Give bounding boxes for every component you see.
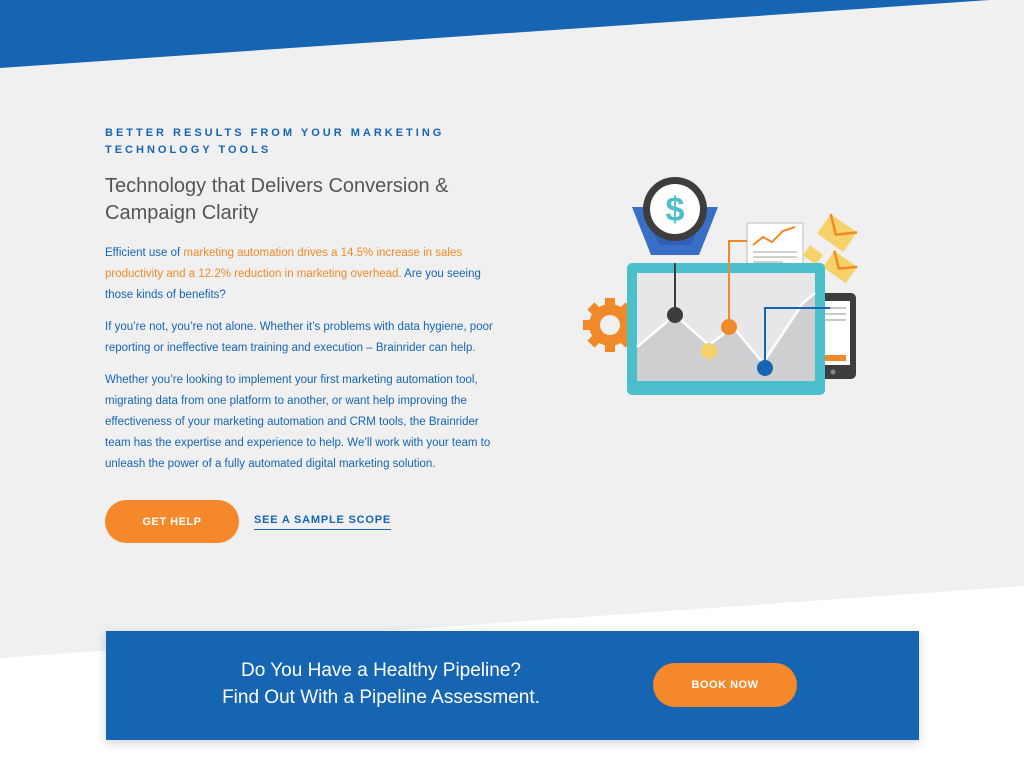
- book-now-button[interactable]: BOOK NOW: [653, 663, 797, 707]
- intro-text-start: Efficient use of: [105, 247, 184, 259]
- problem-paragraph: If you’re not, you’re not alone. Whether…: [105, 321, 493, 354]
- page-title: Technology that Delivers Conversion & Ca…: [105, 175, 449, 224]
- section-eyebrow: BETTER RESULTS FROM YOUR MARKETING TECHN…: [105, 127, 445, 156]
- pipeline-assessment-banner: Do You Have a Healthy Pipeline? Find Out…: [106, 631, 919, 740]
- dollar-funnel-icon: $: [632, 177, 718, 255]
- banner-line-1: Do You Have a Healthy Pipeline?: [241, 660, 521, 681]
- hero-actions: GET HELP SEE A SAMPLE SCOPE: [105, 500, 392, 543]
- banner-line-2: Find Out With a Pipeline Assessment.: [222, 687, 540, 708]
- report-document-icon: [746, 222, 804, 266]
- sample-scope-link[interactable]: SEE A SAMPLE SCOPE: [254, 514, 392, 530]
- intro-paragraph: Efficient use of marketing automation dr…: [105, 243, 505, 306]
- hero-content: BETTER RESULTS FROM YOUR MARKETING TECHN…: [105, 125, 505, 475]
- marketing-automation-illustration: $: [583, 177, 858, 395]
- get-help-button[interactable]: GET HELP: [105, 500, 239, 543]
- dollar-symbol: $: [666, 191, 685, 229]
- solution-paragraph: Whether you’re looking to implement your…: [105, 374, 491, 470]
- top-blue-band: [0, 0, 990, 68]
- banner-text: Do You Have a Healthy Pipeline? Find Out…: [206, 657, 556, 711]
- monitor-chart-icon: [627, 240, 830, 395]
